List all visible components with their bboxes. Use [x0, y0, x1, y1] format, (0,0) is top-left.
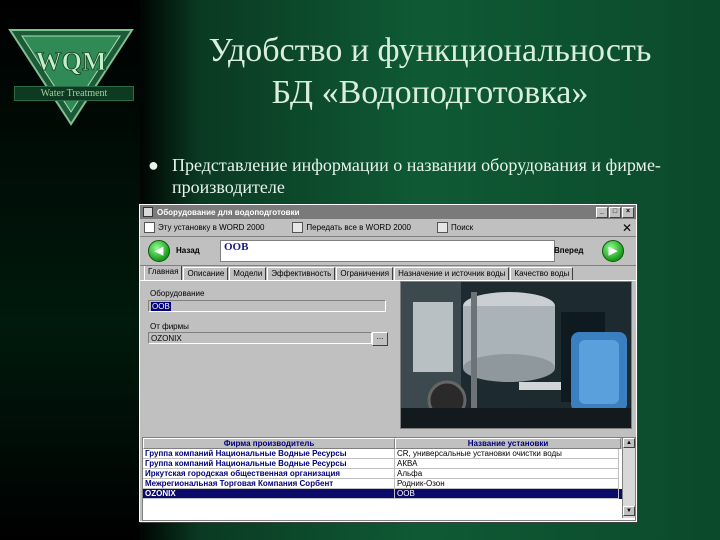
table-header: Фирма производитель Название установки [143, 438, 635, 449]
export-one-button[interactable]: Эту установку в WORD 2000 [144, 222, 264, 233]
arrow-left-icon: ◀ [148, 240, 170, 262]
minimize-button[interactable]: _ [596, 206, 608, 218]
tab-strip: Главная Описание Модели Эффективность Ог… [140, 265, 636, 281]
navigation-bar: ◀ Назад OOB Вперед ▶ [140, 237, 636, 266]
firm-label: От фирмы [150, 322, 189, 331]
main-tab-content: Оборудование OOB От фирмы OZONIX ... [140, 281, 636, 429]
table-scrollbar[interactable]: ▲ ▼ [622, 438, 635, 518]
window-titlebar: Оборудование для водоподготовки _ □ × [140, 205, 636, 219]
row-unit: АКВА [395, 459, 619, 469]
tab-efficiency[interactable]: Эффективность [267, 267, 336, 280]
app-icon [143, 207, 153, 217]
equipment-photo [400, 281, 632, 429]
slide-title-line1: Удобство и функциональность [208, 32, 652, 69]
app-window: Оборудование для водоподготовки _ □ × Эт… [139, 204, 637, 522]
binoculars-icon [437, 222, 448, 233]
row-firm: OZONIX [143, 489, 395, 499]
maximize-button[interactable]: □ [609, 206, 621, 218]
table-row[interactable]: Группа компаний Национальные Водные Ресу… [143, 459, 635, 469]
scroll-up-icon[interactable]: ▲ [623, 438, 635, 448]
arrow-right-icon: ▶ [602, 240, 624, 262]
table-row[interactable]: Межрегиональная Торговая Компания Сорбен… [143, 479, 635, 489]
scroll-down-icon[interactable]: ▼ [623, 506, 635, 516]
back-button[interactable]: ◀ Назад [146, 237, 226, 263]
equipment-field[interactable]: OOB [148, 300, 386, 312]
tab-description[interactable]: Описание [183, 267, 229, 280]
bullet-text: Представление информации о названии обор… [172, 155, 661, 197]
back-label: Назад [176, 246, 200, 255]
window-title: Оборудование для водоподготовки [157, 207, 300, 217]
slide-title-line2: БД «Водоподготовка» [271, 74, 589, 111]
search-label: Поиск [451, 223, 474, 232]
firm-field[interactable]: OZONIX [148, 332, 372, 344]
tab-water-quality[interactable]: Качество воды [510, 267, 574, 280]
search-button[interactable]: Поиск [437, 222, 473, 233]
row-unit: Родник-Озон [395, 479, 619, 489]
row-unit: Альфа [395, 469, 619, 479]
bullet-dot-icon: ● [148, 155, 159, 175]
row-firm: Межрегиональная Торговая Компания Сорбен… [143, 479, 395, 489]
tab-main[interactable]: Главная [144, 265, 183, 280]
column-header-firm[interactable]: Фирма производитель [143, 438, 395, 449]
logo-caption: Water Treatment [14, 86, 134, 101]
row-firm: Иркутская городская общественная организ… [143, 469, 395, 479]
column-header-unit[interactable]: Название установки [395, 438, 621, 449]
toolbar: Эту установку в WORD 2000 Передать все в… [140, 219, 636, 237]
svg-text:WQM: WQM [36, 47, 107, 76]
firm-browse-button[interactable]: ... [372, 332, 388, 346]
wqm-logo: WQM [8, 29, 134, 126]
table-row-selected[interactable]: OZONIX OOB [143, 489, 635, 499]
export-one-label: Эту установку в WORD 2000 [158, 223, 265, 232]
row-unit: OOB [395, 489, 619, 499]
documents-icon [292, 222, 304, 233]
export-all-button[interactable]: Передать все в WORD 2000 [292, 222, 411, 233]
tab-models[interactable]: Модели [229, 267, 267, 280]
slide-title: Удобство и функциональность БД «Водоподг… [140, 30, 720, 114]
current-record-field: OOB [220, 240, 555, 262]
forward-button[interactable]: Вперед ▶ [550, 237, 630, 263]
table-row[interactable]: Иркутская городская общественная организ… [143, 469, 635, 479]
firms-table: Фирма производитель Название установки Г… [142, 437, 636, 521]
word-doc-icon [144, 222, 155, 233]
row-firm: Группа компаний Национальные Водные Ресу… [143, 449, 395, 459]
row-firm: Группа компаний Национальные Водные Ресу… [143, 459, 395, 469]
close-button[interactable]: × [622, 206, 634, 218]
row-unit: CR, универсальные установки очистки воды [395, 449, 619, 459]
equipment-label: Оборудование [150, 289, 205, 298]
export-all-label: Передать все в WORD 2000 [306, 223, 411, 232]
tab-limitations[interactable]: Ограничения [336, 267, 394, 280]
close-x-icon[interactable]: ✕ [622, 221, 632, 235]
equipment-value: OOB [151, 302, 171, 311]
table-row[interactable]: Группа компаний Национальные Водные Ресу… [143, 449, 635, 459]
tab-purpose[interactable]: Назначение и источник воды [394, 267, 510, 280]
forward-label: Вперед [554, 246, 584, 255]
